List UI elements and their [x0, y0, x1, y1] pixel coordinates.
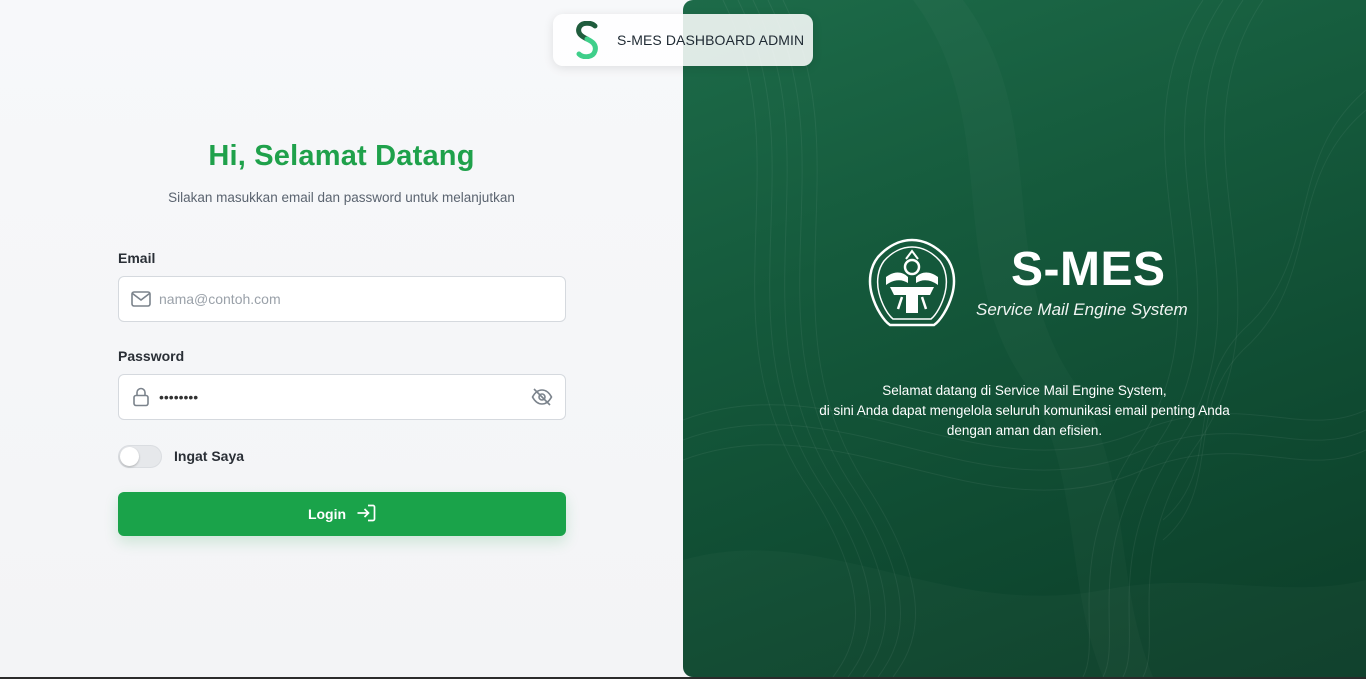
- login-button-label: Login: [307, 506, 347, 522]
- page-subtitle: Silakan masukkan email dan password untu…: [168, 190, 515, 205]
- page-title: Hi, Selamat Datang: [208, 140, 475, 172]
- remember-me-label[interactable]: Ingat Saya: [174, 448, 244, 464]
- login-page: Hi, Selamat Datang Silakan masukkan emai…: [0, 0, 1366, 677]
- s-mes-logo-icon: [573, 20, 601, 60]
- institution-emblem-icon: [866, 237, 958, 334]
- remember-me-toggle[interactable]: [118, 445, 162, 468]
- welcome-line: Selamat datang di Service Mail Engine Sy…: [882, 383, 1167, 398]
- brand-title: S-MES: [1011, 243, 1166, 296]
- email-input[interactable]: [159, 277, 565, 321]
- brand-panel: S-MES Service Mail Engine System Selamat…: [683, 0, 1366, 677]
- lock-icon: [130, 386, 152, 408]
- eye-off-icon[interactable]: [530, 385, 554, 409]
- password-field[interactable]: [118, 374, 566, 420]
- header-title: S-MES DASHBOARD ADMIN: [617, 32, 805, 48]
- login-button[interactable]: Login: [118, 492, 566, 536]
- login-panel: Hi, Selamat Datang Silakan masukkan emai…: [0, 0, 683, 677]
- welcome-line: di sini Anda dapat mengelola seluruh kom…: [819, 403, 1230, 418]
- mail-icon: [130, 288, 152, 310]
- email-field[interactable]: [118, 276, 566, 322]
- brand-subtitle: Service Mail Engine System: [976, 300, 1188, 319]
- email-label: Email: [118, 250, 156, 266]
- app-header: S-MES DASHBOARD ADMIN: [553, 14, 813, 66]
- background-waves: [683, 0, 1366, 677]
- login-arrow-icon: [356, 504, 376, 525]
- welcome-line: dengan aman dan efisien.: [946, 423, 1103, 438]
- password-input[interactable]: [159, 375, 530, 419]
- toggle-knob: [120, 447, 139, 466]
- welcome-message: Selamat datang di Service Mail Engine Sy…: [683, 381, 1366, 441]
- password-label: Password: [118, 348, 185, 364]
